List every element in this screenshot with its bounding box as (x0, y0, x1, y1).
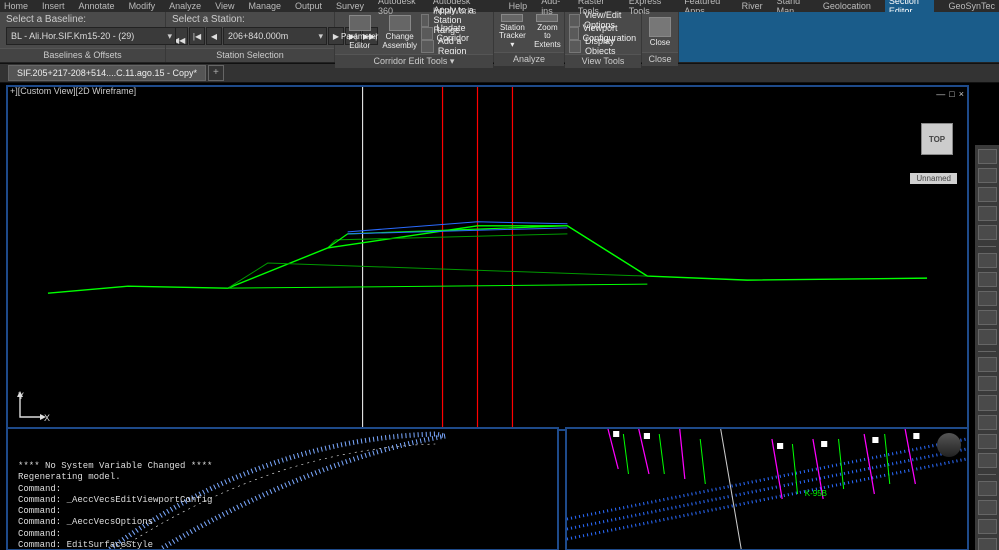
plan-viewport[interactable]: K-95B (565, 427, 969, 550)
menu-bar: Home Insert Annotate Modify Analyze View Manag… (0, 0, 999, 12)
tool-button[interactable] (978, 500, 997, 515)
add-region-button[interactable]: Add a Region (421, 40, 487, 52)
assembly-icon (389, 15, 411, 31)
panel-title-corridor: Corridor Edit Tools ▾ (335, 54, 493, 68)
menu-help[interactable]: Help (509, 1, 528, 11)
ribbon: Select a Baseline: BL - Ali.Hor.SIF.Km15… (0, 12, 999, 63)
cmd-line: Command: _AeccVecsOptions (18, 517, 212, 528)
steering-wheel-button[interactable] (978, 149, 997, 164)
ucs-icon: YX (16, 391, 46, 423)
pan-button[interactable] (978, 168, 997, 183)
tool-button[interactable] (978, 519, 997, 534)
panel-station: Select a Station: |◀◀ |◀ ◀ 206+840.000m … (166, 12, 335, 62)
range-icon (421, 14, 429, 27)
zoom-icon (536, 14, 558, 22)
zoom-extents-button[interactable]: Zoom to Extents (533, 14, 562, 50)
menu-annotate[interactable]: Annotate (79, 1, 115, 11)
table-icon (349, 15, 371, 31)
tool-button[interactable] (978, 415, 997, 430)
change-assembly-button[interactable]: Change Assembly (382, 15, 417, 51)
display-objects-button[interactable]: Display Objects (569, 40, 637, 52)
station-value-dropdown[interactable]: 206+840.000m (223, 27, 327, 45)
panel-analyze: Station Tracker ▾ Zoom to Extents Analyz… (494, 12, 565, 62)
menu-geolocation[interactable]: Geolocation (823, 1, 871, 11)
showmotion-button[interactable] (978, 225, 997, 240)
station-label-plan: K-95B (805, 489, 827, 498)
refresh-icon (421, 27, 432, 40)
tool-button[interactable] (978, 291, 997, 306)
tool-button[interactable] (978, 395, 997, 410)
tool-button[interactable] (978, 357, 997, 372)
profile-viewport[interactable]: **** No System Variable Changed **** Reg… (6, 427, 559, 550)
tool-button[interactable] (978, 310, 997, 325)
workspace: +][Custom View][2D Wireframe] — □ × TOP … (0, 83, 999, 550)
zoom-button[interactable] (978, 187, 997, 202)
station-prev-button[interactable]: ◀ (206, 27, 222, 45)
plus-icon (421, 40, 434, 53)
tool-button[interactable] (978, 253, 997, 268)
cmd-line: Command: EditSurfaceStyle (18, 540, 212, 550)
cmd-line: **** No System Variable Changed **** (18, 461, 212, 472)
document-tab[interactable]: SIF.205+217-208+514....C.11.ago.15 - Cop… (8, 65, 206, 81)
eye-icon (569, 40, 581, 53)
orbit-button[interactable] (978, 206, 997, 221)
panel-title-close: Close (642, 52, 678, 66)
menu-geosyntec[interactable]: GeoSynTec (948, 1, 995, 11)
tool-button[interactable] (978, 376, 997, 391)
new-tab-button[interactable]: + (208, 65, 224, 81)
menu-view[interactable]: View (215, 1, 234, 11)
options-icon (569, 14, 580, 27)
parameter-editor-button[interactable]: Parameter Editor (341, 15, 378, 51)
tracker-icon (501, 14, 523, 22)
menu-river[interactable]: River (742, 1, 763, 11)
cmd-line: Command: (18, 506, 212, 517)
navigation-bar (975, 145, 999, 550)
baseline-dropdown[interactable]: BL - Ali.Hor.SIF.Km15-20 - (29) (6, 27, 176, 45)
tool-button[interactable] (978, 453, 997, 468)
panel-title-station: Station Selection (166, 48, 334, 62)
command-history: **** No System Variable Changed **** Reg… (18, 461, 212, 550)
menu-output[interactable]: Output (295, 1, 322, 11)
station-tracker-button[interactable]: Station Tracker ▾ (496, 14, 529, 50)
cmd-line: Command: _AeccVecsEditViewportConfig (18, 495, 212, 506)
menu-home[interactable]: Home (4, 1, 28, 11)
close-editor-button[interactable]: Close (648, 14, 672, 50)
nav-compass[interactable] (937, 433, 961, 457)
cmd-line: Regenerating model. (18, 472, 212, 483)
panel-title-analyze: Analyze (494, 52, 564, 66)
station-label: Select a Station: (172, 14, 245, 25)
section-viewport[interactable]: +][Custom View][2D Wireframe] — □ × TOP … (6, 85, 969, 431)
menu-insert[interactable]: Insert (42, 1, 65, 11)
tool-button[interactable] (978, 538, 997, 550)
cmd-line: Command: (18, 529, 212, 540)
panel-title-baselines: Baselines & Offsets (0, 48, 165, 62)
tool-button[interactable] (978, 329, 997, 344)
document-tabs: SIF.205+217-208+514....C.11.ago.15 - Cop… (0, 63, 999, 83)
tool-button[interactable] (978, 434, 997, 449)
panel-viewtools: View/Edit Options Viewport Configuration… (565, 12, 642, 62)
plan-drawing (567, 429, 967, 549)
menu-survey[interactable]: Survey (336, 1, 364, 11)
close-x-icon (649, 17, 671, 37)
viewport-icon (569, 27, 579, 40)
panel-corridor-tools: Parameter Editor Change Assembly Apply t… (335, 12, 494, 62)
menu-modify[interactable]: Modify (129, 1, 156, 11)
menu-analyze[interactable]: Analyze (169, 1, 201, 11)
panel-title-view: View Tools (565, 54, 641, 68)
tool-button[interactable] (978, 272, 997, 287)
menu-manage[interactable]: Manage (248, 1, 281, 11)
tool-button[interactable] (978, 481, 997, 496)
cmd-line: Command: (18, 484, 212, 495)
baseline-label: Select a Baseline: (6, 14, 86, 25)
panel-baselines: Select a Baseline: BL - Ali.Hor.SIF.Km15… (0, 12, 166, 62)
panel-close: Close Close (642, 12, 679, 62)
section-drawing (8, 87, 967, 429)
station-prevgroup-button[interactable]: |◀ (189, 27, 205, 45)
